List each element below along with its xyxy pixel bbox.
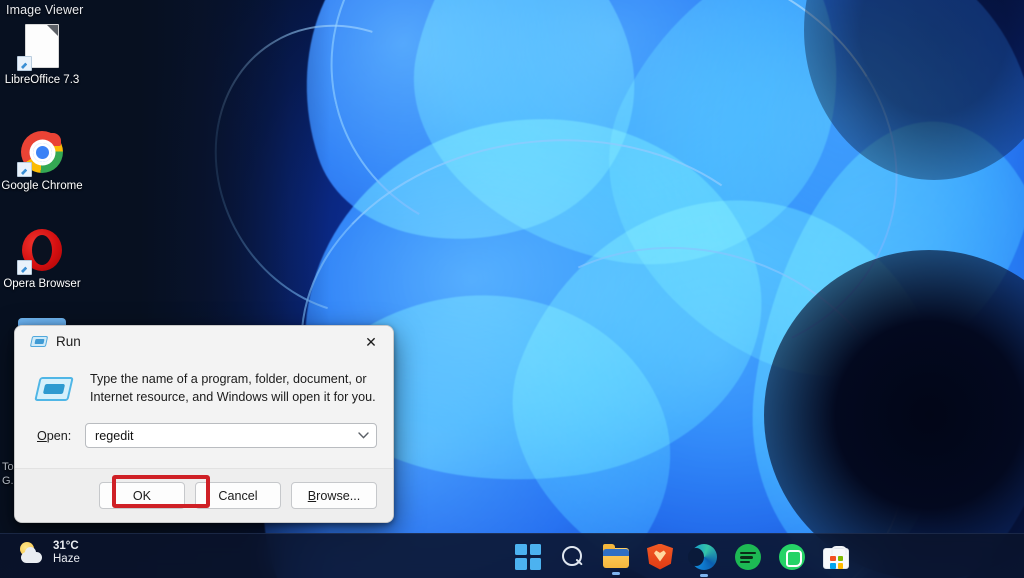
close-icon[interactable]: ✕ [349,326,393,357]
run-dialog-titlebar[interactable]: Run ✕ [15,326,393,357]
shortcut-arrow-icon [17,162,32,177]
weather-text: 31°C Haze [53,540,80,566]
shortcut-arrow-icon [17,260,32,275]
weather-widget[interactable]: 31°C Haze [18,540,80,566]
start-button[interactable] [515,543,541,570]
running-indicator [656,574,664,577]
taskbar-icon-group [515,534,849,578]
microsoft-store-button[interactable] [823,545,849,569]
running-indicator [700,573,708,577]
weather-condition: Haze [53,553,80,565]
shortcut-arrow-icon [17,56,32,71]
ok-button-highlight-annotation [112,475,210,508]
sun-cloud-icon [18,540,44,566]
spotify-button[interactable] [735,543,761,570]
occluded-label-bottom: G. [2,475,14,487]
running-indicator [612,572,620,575]
brave-button[interactable] [647,543,673,570]
desktop-icon-label: Google Chrome [1,180,83,192]
edge-button[interactable] [688,543,717,577]
whatsapp-button[interactable] [779,543,805,570]
run-dialog-body: Type the name of a program, folder, docu… [15,357,393,448]
run-window-icon [29,334,49,350]
desktop-icon-google-chrome[interactable]: Google Chrome [0,128,84,194]
browse-label-rest: rowse... [316,488,361,503]
desktop-icon-libreoffice[interactable]: LibreOffice 7.3 [0,22,84,88]
libreoffice-document-icon [17,22,66,71]
run-dialog-title: Run [56,334,81,349]
desktop-icon-label: Opera Browser [3,278,81,290]
open-combobox[interactable] [85,423,377,448]
browse-button[interactable]: Browse... [291,482,377,509]
run-large-window-icon [34,373,74,407]
google-chrome-icon [17,128,66,177]
weather-temperature: 31°C [53,540,79,552]
desktop-icon-label: LibreOffice 7.3 [4,74,80,86]
desktop-icon-opera-browser[interactable]: Opera Browser [0,226,84,292]
store-grid-icon [830,555,843,569]
search-button[interactable] [559,544,585,570]
browse-label-mnemonic: B [307,488,317,503]
run-open-row: Open: [15,407,393,448]
desktop-screen: Image Viewer LibreOffice 7.3 Google Chro… [0,0,1024,578]
opera-browser-icon [17,226,66,275]
open-label-mnemonic: O [37,428,47,443]
open-label-rest: pen: [46,428,72,443]
run-description-row: Type the name of a program, folder, docu… [15,357,393,407]
chevron-down-icon[interactable] [350,424,376,447]
taskbar: 31°C Haze [0,533,1024,578]
run-description-text: Type the name of a program, folder, docu… [90,372,376,404]
page-title: Image Viewer [6,3,84,17]
open-input[interactable] [86,428,350,443]
open-field-label: Open: [37,429,85,443]
file-explorer-button[interactable] [603,544,629,575]
occluded-label-top: To [2,461,14,473]
